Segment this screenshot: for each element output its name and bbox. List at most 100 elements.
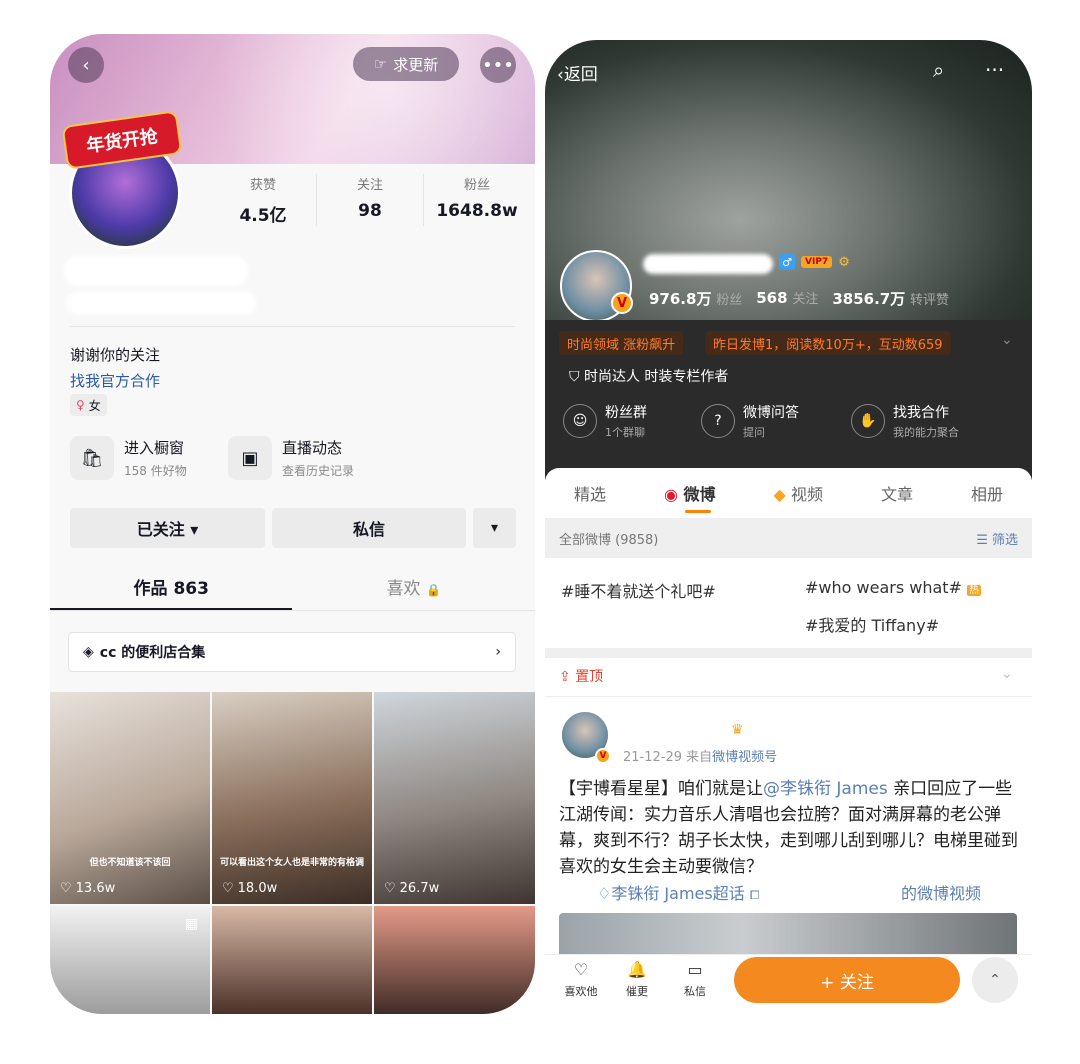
weibo-profile-screen: ‹返回 ⌕ ··· V ♂ VIP7 ⚙ 976.8万 粉丝 568 关注 38… <box>545 40 1032 1014</box>
message-button[interactable]: 私信 <box>272 508 466 548</box>
topic-link[interactable]: #睡不着就送个礼吧# <box>561 578 716 602</box>
filter-button[interactable]: ☰ 筛选 <box>976 529 1018 548</box>
stat-fans[interactable]: 976.8万 粉丝 <box>649 288 742 309</box>
followed-button[interactable]: 已关注 ▾ <box>70 508 265 548</box>
male-icon: ♂ <box>779 254 795 270</box>
video-thumb[interactable] <box>374 906 535 1014</box>
request-update-button[interactable]: ☞ 求更新 <box>353 47 459 81</box>
video-thumb[interactable]: 可以看出这个女人也是非常的有格调 ♡ 18.0w <box>212 692 372 904</box>
super-topic-link[interactable]: ♢李铢衔 James超话 ⧠ <box>597 880 759 904</box>
qa-entry[interactable]: ? 微博问答 提问 <box>701 402 799 440</box>
video-thumb[interactable]: ♡ 26.7w <box>374 692 535 904</box>
tab-weibo[interactable]: ◉ 微博 <box>664 481 716 505</box>
layers-icon: ◈ <box>83 644 94 660</box>
post-text: 【宇博看星星】咱们就是让@李铢衔 James 亲口回应了一些江湖传闻：实力音乐人… <box>559 779 1018 877</box>
female-icon: ♀ <box>76 398 85 412</box>
stat-reposts[interactable]: 3856.7万 转评赞 <box>832 288 949 309</box>
back-icon[interactable]: ‹ <box>68 47 104 83</box>
chevron-right-icon: › <box>495 644 501 660</box>
pinned-label: ⇪ 置顶 <box>559 669 604 685</box>
chevron-down-icon[interactable]: ⌄ <box>1001 332 1013 348</box>
active-tab-indicator <box>685 510 711 513</box>
stat-following[interactable]: 568 关注 <box>756 288 818 309</box>
gender-tag: ♀ 女 <box>70 394 107 416</box>
tag-icon: ⧠ <box>749 888 760 902</box>
tv-icon: ▣ <box>228 436 272 480</box>
question-icon: ? <box>701 404 735 438</box>
divider <box>50 610 535 611</box>
mention-link[interactable]: @李铢衔 James <box>763 779 888 799</box>
stat-likes[interactable]: 获赞 4.5亿 <box>210 174 317 226</box>
message-button[interactable]: ▭ 私信 <box>675 960 715 999</box>
douyin-profile-screen: ‹ ☞ 求更新 ••• 年货开抢 获赞 4.5亿 关注 98 粉丝 1648.8w 谢谢… <box>50 34 535 1014</box>
stat-following[interactable]: 关注 98 <box>317 174 424 226</box>
video-thumb[interactable]: ▦ <box>50 906 210 1014</box>
filter-icon: ☰ <box>976 532 988 548</box>
video-thumb[interactable]: 但也不知道该不该回 ♡ 13.6w <box>50 692 210 904</box>
divider <box>545 696 1032 697</box>
topic-link[interactable]: #who wears what# 热 <box>805 578 982 597</box>
scroll-top-button[interactable]: ⌃ <box>972 957 1018 1003</box>
bio-text: 谢谢你的关注 <box>70 346 161 364</box>
activity-tag[interactable]: 昨日发博1，阅读数10万+，互动数659 <box>705 331 951 355</box>
post-meta: 21-12-29 来自微博视频号 <box>623 750 778 765</box>
handshake-icon: ✋ <box>851 404 885 438</box>
fan-group-entry[interactable]: ☺ 粉丝群 1个群聊 <box>563 402 647 440</box>
live-history-entry[interactable]: ▣ 直播动态 查看历史记录 <box>228 436 354 480</box>
more-icon[interactable]: ••• <box>480 47 516 83</box>
topic-link[interactable]: #我爱的 Tiffany# <box>805 612 939 636</box>
video-link[interactable]: 的微博视频 <box>901 880 981 904</box>
like-him-button[interactable]: ♡ 喜欢他 <box>561 960 601 999</box>
crown-icon: ♛ <box>731 722 744 738</box>
vip-badge: VIP7 <box>801 256 833 268</box>
pin-icon: ⇪ <box>559 669 576 685</box>
tab-likes[interactable]: 喜欢 🔒 <box>293 574 536 614</box>
redacted-id <box>66 292 256 314</box>
divider <box>70 326 515 327</box>
urge-update-button[interactable]: 🔔 催更 <box>617 960 657 999</box>
dropdown-button[interactable]: ▾ <box>473 508 516 548</box>
chevron-down-icon[interactable]: ⌄ <box>1001 666 1013 682</box>
tab-featured[interactable]: 精选 <box>574 481 606 505</box>
tab-video[interactable]: ◆ 视频 <box>774 481 823 505</box>
gallery-icon: ▦ <box>184 916 198 932</box>
chevron-left-icon: ‹ <box>557 65 564 85</box>
group-icon: ☺ <box>563 404 597 438</box>
more-icon[interactable]: ··· <box>985 58 1004 82</box>
redacted-name <box>64 256 248 286</box>
cooperation-entry[interactable]: ✋ 找我合作 我的能力聚合 <box>851 402 959 440</box>
shop-window-entry[interactable]: 🛍 进入橱窗 158 件好物 <box>70 436 187 480</box>
heart-icon: ♡ <box>384 881 396 896</box>
hot-badge: 热 <box>967 585 982 596</box>
fashion-growth-tag[interactable]: 时尚领域 涨粉飙升 <box>559 331 684 355</box>
shopping-bag-icon: 🛍 <box>70 436 114 480</box>
back-button[interactable]: ‹返回 <box>557 60 598 85</box>
source-link[interactable]: 微博视频号 <box>712 750 777 765</box>
weibo-icon: ◉ <box>663 485 678 504</box>
collection-entry[interactable]: ◈ cc 的便利店合集 › <box>68 632 516 672</box>
business-link[interactable]: 找我官方合作 <box>70 370 160 391</box>
heart-coin-icon: ♡ <box>573 960 589 979</box>
chat-icon: ▭ <box>687 960 703 979</box>
follow-button[interactable]: + 关注 <box>734 957 960 1003</box>
hand-icon: ☞ <box>373 55 388 73</box>
video-thumb[interactable] <box>212 906 372 1014</box>
tab-articles[interactable]: 文章 <box>881 481 913 505</box>
verified-icon: V <box>595 748 611 764</box>
search-icon[interactable]: ⌕ <box>933 58 944 82</box>
verified-icon: V <box>611 292 633 314</box>
profile-tabs: 精选 ◉ 微博 ◆ 视频 文章 相册 <box>545 468 1032 518</box>
stat-followers[interactable]: 粉丝 1648.8w <box>424 174 530 226</box>
bell-icon: 🔔 <box>627 960 647 979</box>
shield-icon: ⛉ <box>569 369 584 385</box>
name-badges: ♂ VIP7 ⚙ <box>779 254 850 270</box>
video-icon: ◆ <box>773 485 786 504</box>
heart-icon: ♡ <box>60 881 72 896</box>
heart-icon: ♡ <box>222 881 234 896</box>
section-gap <box>545 648 1032 658</box>
all-posts-bar: 全部微博 (9858) ☰ 筛选 <box>545 518 1032 558</box>
tab-album[interactable]: 相册 <box>971 481 1003 505</box>
stats-row: 获赞 4.5亿 关注 98 粉丝 1648.8w <box>210 174 530 226</box>
diamond-icon: ♢ <box>597 884 612 903</box>
stats-row: 976.8万 粉丝 568 关注 3856.7万 转评赞 <box>649 288 949 309</box>
